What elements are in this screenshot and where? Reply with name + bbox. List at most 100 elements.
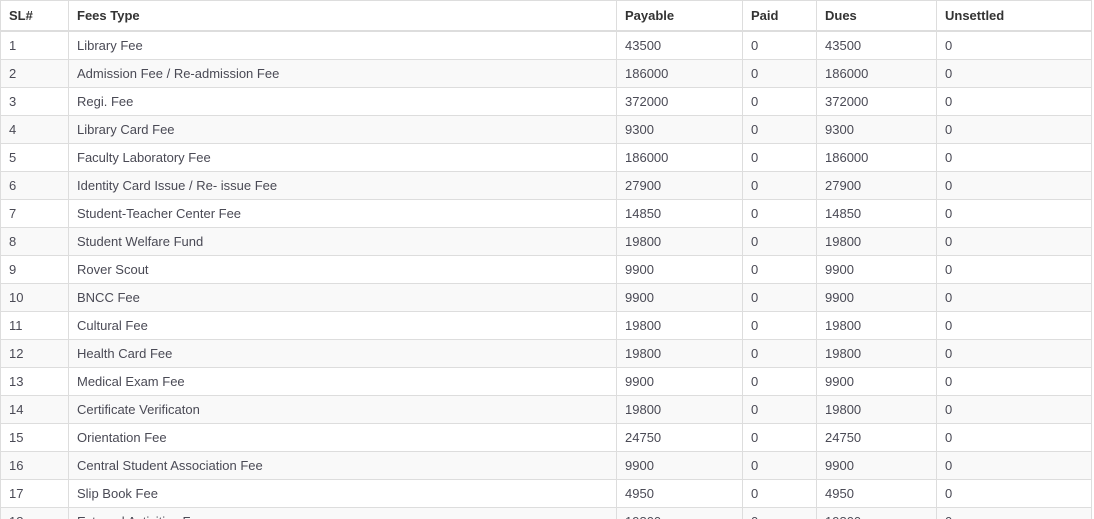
table-row[interactable]: 9 Rover Scout 9900 0 9900 0 xyxy=(0,255,1092,284)
cell-sl: 7 xyxy=(0,199,69,228)
cell-paid: 0 xyxy=(742,143,817,172)
cell-type: External Activities Fee xyxy=(68,507,617,519)
cell-unsettled: 0 xyxy=(936,171,1092,200)
cell-unsettled: 0 xyxy=(936,115,1092,144)
table-row[interactable]: 8 Student Welfare Fund 19800 0 19800 0 xyxy=(0,227,1092,256)
cell-paid: 0 xyxy=(742,423,817,452)
table-row[interactable]: 16 Central Student Association Fee 9900 0 99… xyxy=(0,451,1092,480)
cell-unsettled: 0 xyxy=(936,227,1092,256)
cell-paid: 0 xyxy=(742,311,817,340)
cell-unsettled: 0 xyxy=(936,339,1092,368)
table-row[interactable]: 11 Cultural Fee 19800 0 19800 0 xyxy=(0,311,1092,340)
cell-paid: 0 xyxy=(742,283,817,312)
column-header-payable[interactable]: Payable xyxy=(616,0,743,32)
cell-unsettled: 0 xyxy=(936,255,1092,284)
cell-paid: 0 xyxy=(742,507,817,519)
cell-type: Student Welfare Fund xyxy=(68,227,617,256)
cell-payable: 19800 xyxy=(616,311,743,340)
table-row[interactable]: 18External Activities Fee198000198000 xyxy=(0,507,1092,519)
cell-payable: 4950 xyxy=(616,479,743,508)
cell-payable: 9900 xyxy=(616,367,743,396)
column-header-paid[interactable]: Paid xyxy=(742,0,817,32)
column-header-unsettled[interactable]: Unsettled xyxy=(936,0,1092,32)
cell-payable: 14850 xyxy=(616,199,743,228)
cell-type: Central Student Association Fee xyxy=(68,451,617,480)
fees-table: SL# Fees Type Payable Paid Dues Unsettle… xyxy=(0,0,1092,519)
cell-sl: 17 xyxy=(0,479,69,508)
cell-dues: 19800 xyxy=(816,395,937,424)
column-header-sl[interactable]: SL# xyxy=(0,0,69,32)
cell-unsettled: 0 xyxy=(936,367,1092,396)
cell-sl: 12 xyxy=(0,339,69,368)
cell-payable: 9300 xyxy=(616,115,743,144)
cell-paid: 0 xyxy=(742,451,817,480)
cell-sl: 1 xyxy=(0,30,69,60)
fees-table-container: SL# Fees Type Payable Paid Dues Unsettle… xyxy=(0,0,1094,519)
cell-dues: 186000 xyxy=(816,59,937,88)
cell-type: Rover Scout xyxy=(68,255,617,284)
table-row[interactable]: 15 Orientation Fee 24750 0 24750 0 xyxy=(0,423,1092,452)
cell-payable: 186000 xyxy=(616,59,743,88)
cell-type: BNCC Fee xyxy=(68,283,617,312)
table-row[interactable]: 5 Faculty Laboratory Fee 186000 0 186000 0 xyxy=(0,143,1092,172)
table-row[interactable]: 14 Certificate Verificaton 19800 0 19800 0 xyxy=(0,395,1092,424)
cell-unsettled: 0 xyxy=(936,59,1092,88)
cell-payable: 9900 xyxy=(616,451,743,480)
cell-paid: 0 xyxy=(742,199,817,228)
table-row[interactable]: 7 Student-Teacher Center Fee 14850 0 14850 0 xyxy=(0,199,1092,228)
table-header-row: SL# Fees Type Payable Paid Dues Unsettle… xyxy=(0,0,1092,32)
table-row[interactable]: 10 BNCC Fee 9900 0 9900 0 xyxy=(0,283,1092,312)
cell-payable: 9900 xyxy=(616,283,743,312)
cell-paid: 0 xyxy=(742,171,817,200)
cell-paid: 0 xyxy=(742,227,817,256)
cell-type: Regi. Fee xyxy=(68,87,617,116)
cell-unsettled: 0 xyxy=(936,87,1092,116)
cell-sl: 14 xyxy=(0,395,69,424)
cell-type: Admission Fee / Re-admission Fee xyxy=(68,59,617,88)
cell-payable: 19800 xyxy=(616,227,743,256)
cell-type: Library Fee xyxy=(68,30,617,60)
cell-type: Library Card Fee xyxy=(68,115,617,144)
cell-sl: 4 xyxy=(0,115,69,144)
cell-unsettled: 0 xyxy=(936,423,1092,452)
cell-unsettled: 0 xyxy=(936,199,1092,228)
cell-sl: 5 xyxy=(0,143,69,172)
cell-dues: 19800 xyxy=(816,311,937,340)
cell-payable: 9900 xyxy=(616,255,743,284)
cell-type: Medical Exam Fee xyxy=(68,367,617,396)
cell-dues: 19800 xyxy=(816,507,937,519)
table-row[interactable]: 12 Health Card Fee 19800 0 19800 0 xyxy=(0,339,1092,368)
table-row[interactable]: 2 Admission Fee / Re-admission Fee 186000 0… xyxy=(0,59,1092,88)
cell-dues: 19800 xyxy=(816,227,937,256)
cell-dues: 24750 xyxy=(816,423,937,452)
table-row[interactable]: 13 Medical Exam Fee 9900 0 9900 0 xyxy=(0,367,1092,396)
table-row[interactable]: 3 Regi. Fee 372000 0 372000 0 xyxy=(0,87,1092,116)
cell-dues: 43500 xyxy=(816,30,937,60)
cell-dues: 9900 xyxy=(816,367,937,396)
cell-paid: 0 xyxy=(742,255,817,284)
cell-dues: 9300 xyxy=(816,115,937,144)
cell-sl: 2 xyxy=(0,59,69,88)
column-header-fees-type[interactable]: Fees Type xyxy=(68,0,617,32)
cell-dues: 9900 xyxy=(816,451,937,480)
table-row[interactable]: 1 Library Fee 43500 0 43500 0 xyxy=(0,30,1092,60)
table-row[interactable]: 17 Slip Book Fee 4950 0 4950 0 xyxy=(0,479,1092,508)
cell-payable: 19800 xyxy=(616,507,743,519)
cell-sl: 3 xyxy=(0,87,69,116)
cell-unsettled: 0 xyxy=(936,30,1092,60)
cell-paid: 0 xyxy=(742,395,817,424)
cell-unsettled: 0 xyxy=(936,479,1092,508)
cell-paid: 0 xyxy=(742,87,817,116)
table-row[interactable]: 6 Identity Card Issue / Re- issue Fee 2790… xyxy=(0,171,1092,200)
column-header-dues[interactable]: Dues xyxy=(816,0,937,32)
cell-paid: 0 xyxy=(742,479,817,508)
cell-payable: 186000 xyxy=(616,143,743,172)
cell-payable: 372000 xyxy=(616,87,743,116)
cell-type: Faculty Laboratory Fee xyxy=(68,143,617,172)
cell-unsettled: 0 xyxy=(936,283,1092,312)
table-row[interactable]: 4 Library Card Fee 9300 0 9300 0 xyxy=(0,115,1092,144)
cell-sl: 10 xyxy=(0,283,69,312)
cell-type: Health Card Fee xyxy=(68,339,617,368)
cell-type: Slip Book Fee xyxy=(68,479,617,508)
cell-type: Orientation Fee xyxy=(68,423,617,452)
